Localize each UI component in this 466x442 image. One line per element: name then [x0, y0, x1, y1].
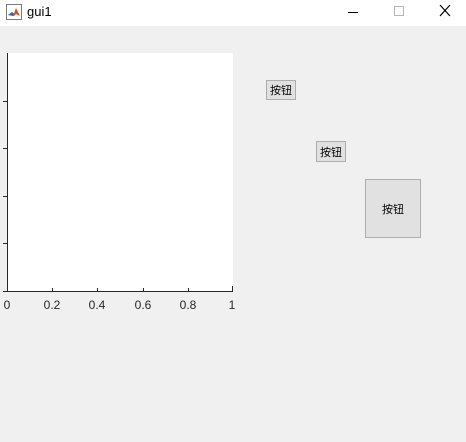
- push-button-2[interactable]: 按钮: [316, 141, 346, 162]
- x-tick-label: 0.8: [179, 298, 197, 312]
- x-tick-label: 1: [228, 298, 236, 312]
- push-button-1[interactable]: 按钮: [266, 80, 296, 100]
- x-tick-label: 0.4: [88, 298, 106, 312]
- x-tick-label: 0: [3, 298, 11, 312]
- push-button-3[interactable]: 按钮: [365, 179, 421, 238]
- x-tick-label: 0.2: [43, 298, 61, 312]
- figure-window: gui1 0 0.2 0.4 0.6 0.8 1 按钮 按钮 按钮: [0, 0, 466, 442]
- x-tick-label: 0.6: [134, 298, 152, 312]
